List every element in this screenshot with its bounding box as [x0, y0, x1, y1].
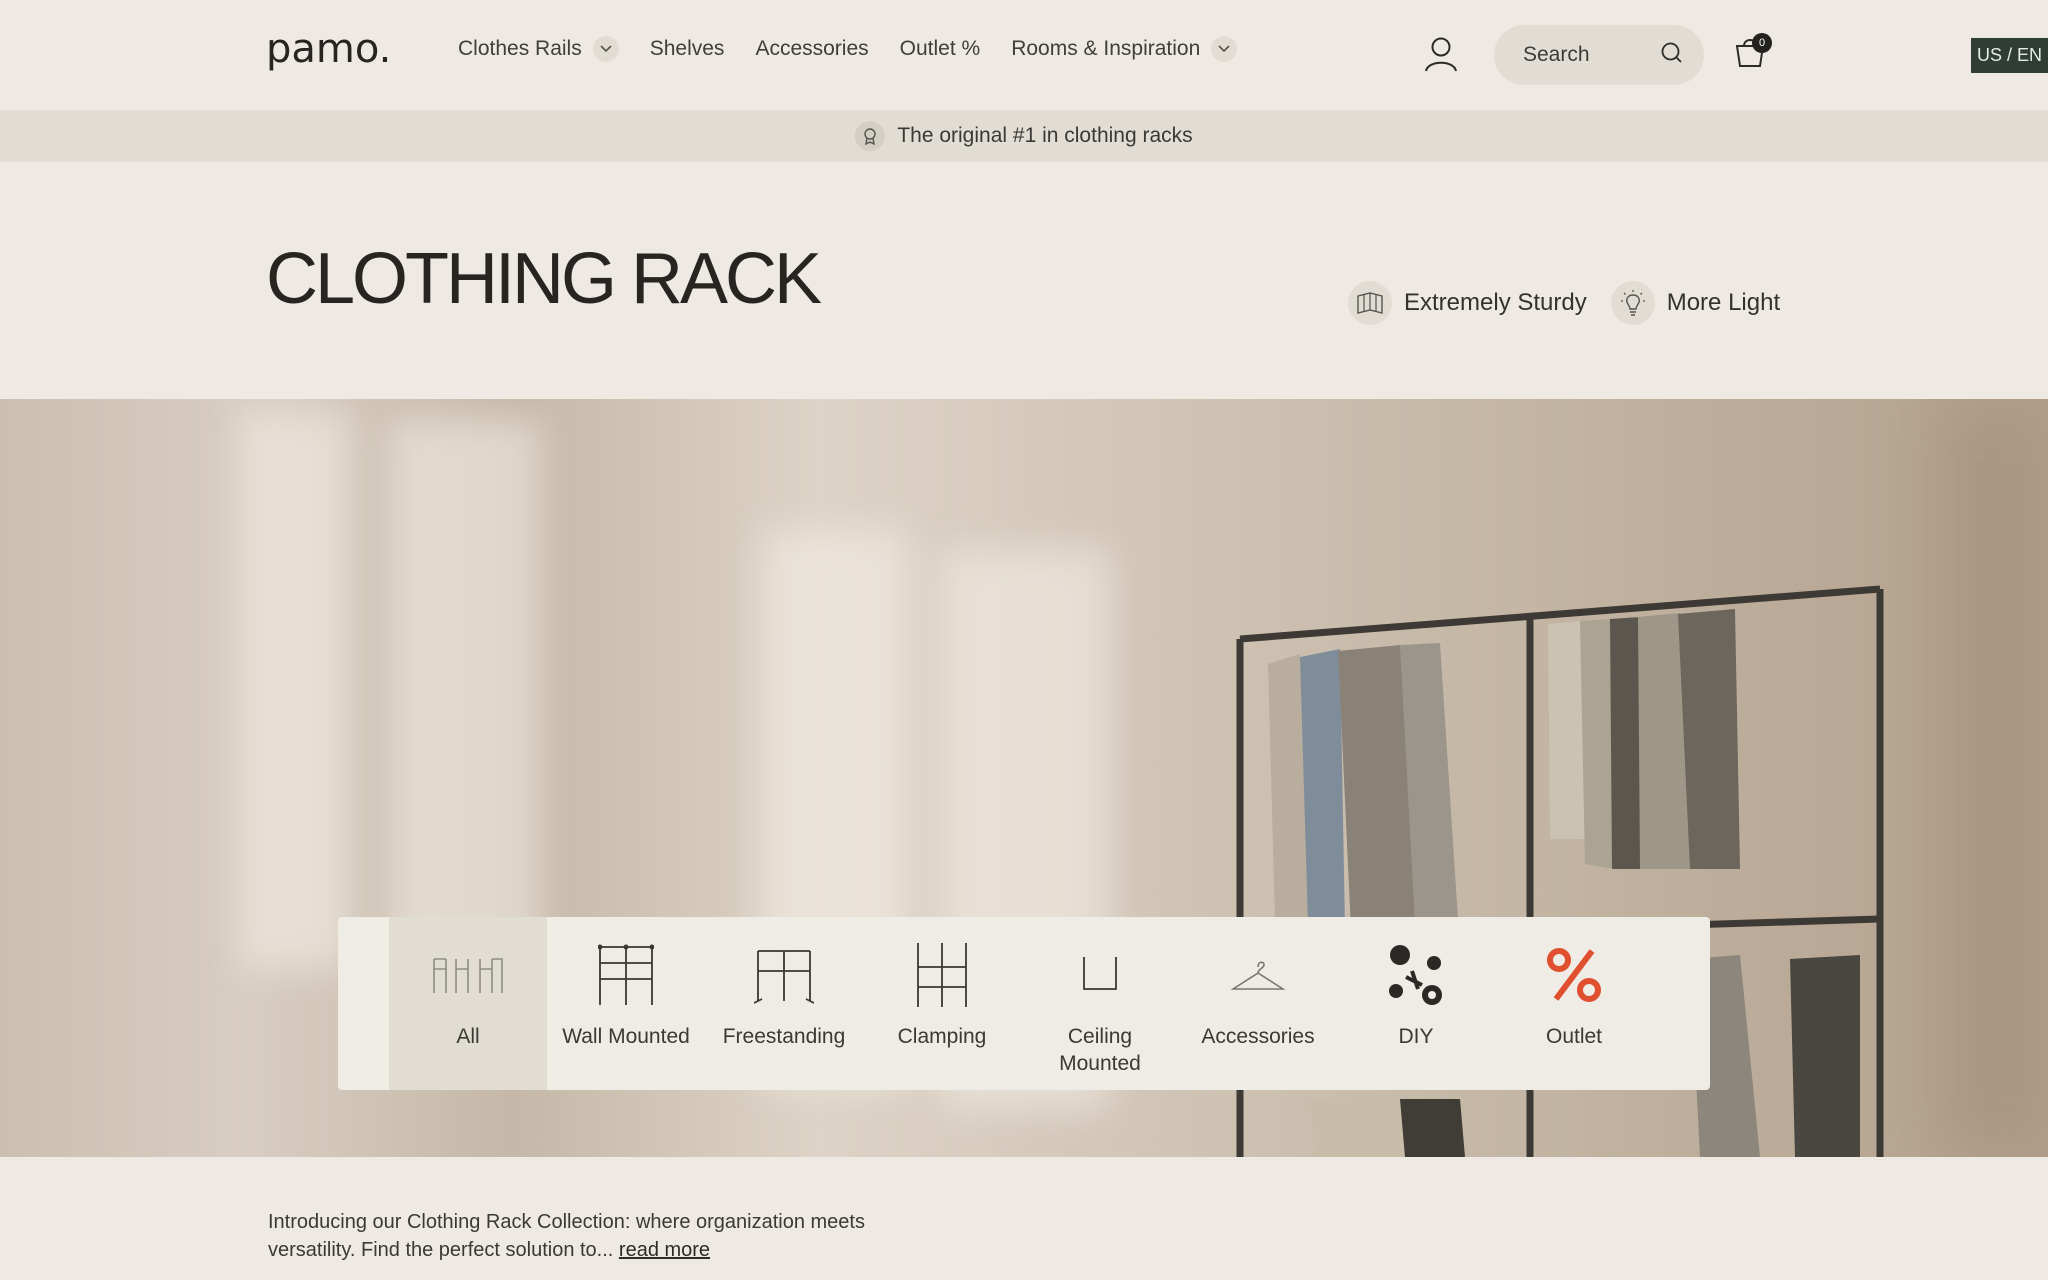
search-icon[interactable]: [1660, 41, 1684, 70]
category-label: Freestanding: [722, 1025, 846, 1048]
announcement-text: The original #1 in clothing racks: [897, 124, 1193, 147]
category-ceiling-mounted[interactable]: Ceiling Mounted: [1021, 917, 1179, 1090]
category-diy[interactable]: DIY: [1337, 917, 1495, 1090]
read-more-link[interactable]: read more: [619, 1239, 710, 1261]
award-icon: [855, 121, 886, 151]
category-label: DIY: [1398, 1025, 1434, 1048]
category-label: Accessories: [1201, 1025, 1315, 1048]
nav-outlet[interactable]: Outlet %: [900, 37, 981, 61]
chevron-down-icon[interactable]: [592, 36, 619, 62]
category-label: All: [456, 1025, 480, 1048]
clamping-icon: [914, 937, 970, 1013]
feature-list: Extremely Sturdy More Light: [1348, 281, 1804, 325]
nav-accessories[interactable]: Accessories: [755, 37, 868, 61]
feature-item: More Light: [1610, 281, 1781, 325]
nav-label: Clothes Rails: [458, 37, 582, 60]
category-wall-mounted[interactable]: Wall Mounted: [547, 917, 705, 1090]
main-nav: Clothes Rails Shelves Accessories Outlet…: [458, 36, 1268, 62]
all-racks-icon: [432, 937, 504, 1013]
intro-body: Introducing our Clothing Rack Collection…: [268, 1211, 865, 1261]
site-header: pamo. Clothes Rails Shelves Accessories …: [0, 0, 2048, 110]
category-bar: All Wall Mounted Freestanding Clamping C…: [338, 917, 1710, 1090]
site-logo[interactable]: pamo.: [266, 26, 391, 72]
search-input[interactable]: Search: [1494, 25, 1704, 85]
feature-item: Extremely Sturdy: [1348, 281, 1587, 325]
cart-count-badge: 0: [1752, 33, 1772, 53]
diy-parts-icon: [1382, 937, 1450, 1013]
category-outlet[interactable]: Outlet: [1495, 917, 1653, 1090]
sturdy-frame-icon: [1348, 281, 1392, 325]
nav-label: Accessories: [755, 37, 869, 60]
page-title: CLOTHING RACK: [266, 239, 822, 319]
nav-label: Outlet %: [899, 37, 981, 60]
announcement-bar: The original #1 in clothing racks: [0, 110, 2048, 162]
nav-label: Shelves: [649, 37, 725, 60]
lightbulb-icon: [1610, 281, 1655, 325]
category-accessories[interactable]: Accessories: [1179, 917, 1337, 1090]
ceiling-mounted-icon: [1080, 937, 1120, 1013]
nav-rooms-inspiration[interactable]: Rooms & Inspiration: [1011, 36, 1238, 62]
category-clamping[interactable]: Clamping: [863, 917, 1021, 1090]
nav-shelves[interactable]: Shelves: [650, 37, 725, 61]
search-placeholder: Search: [1523, 43, 1590, 66]
user-account-icon[interactable]: [1424, 36, 1458, 72]
nav-clothes-rails[interactable]: Clothes Rails: [458, 36, 619, 62]
hanger-icon: [1231, 937, 1285, 1013]
feature-label: More Light: [1666, 289, 1781, 316]
category-label: Wall Mounted: [562, 1025, 690, 1048]
category-label: Outlet: [1545, 1025, 1603, 1048]
percent-icon: [1546, 937, 1602, 1013]
chevron-down-icon[interactable]: [1211, 36, 1238, 62]
feature-label: Extremely Sturdy: [1404, 289, 1587, 316]
category-freestanding[interactable]: Freestanding: [705, 917, 863, 1090]
wall-mounted-icon: [598, 937, 654, 1013]
intro-text: Introducing our Clothing Rack Collection…: [268, 1208, 928, 1264]
category-label: Ceiling Mounted: [1059, 1025, 1141, 1075]
category-all[interactable]: All: [389, 917, 547, 1090]
locale-selector[interactable]: US / EN: [1971, 38, 2048, 73]
nav-label: Rooms & Inspiration: [1011, 37, 1201, 60]
category-label: Clamping: [897, 1025, 987, 1048]
freestanding-icon: [754, 937, 814, 1013]
